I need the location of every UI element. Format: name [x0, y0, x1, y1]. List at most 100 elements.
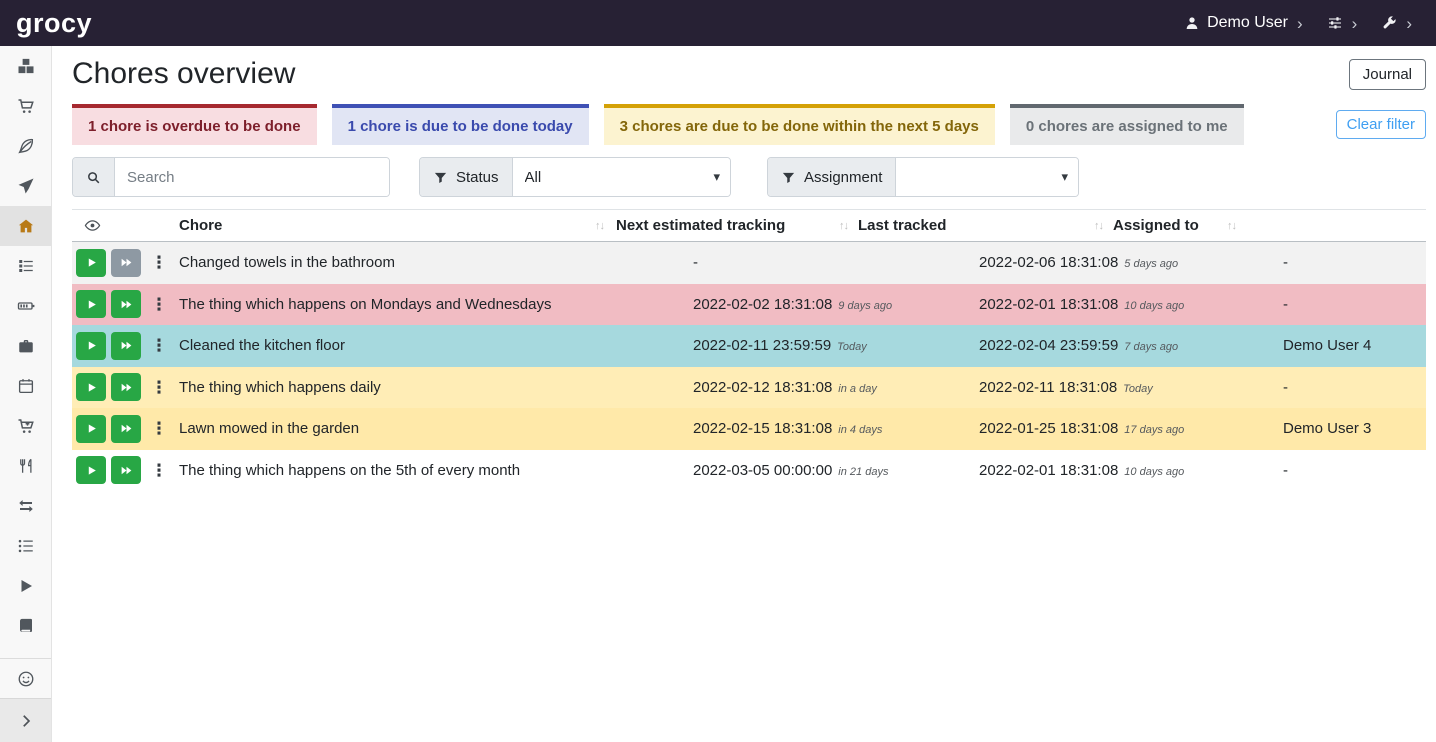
exchange-arrows-icon	[17, 497, 35, 515]
row-menu-button[interactable]: ⋮	[149, 456, 169, 484]
status-select[interactable]: All	[513, 158, 730, 196]
sidebar-item-house-active[interactable]	[0, 206, 51, 246]
last-tracked-date: 2022-02-04 23:59:59	[979, 337, 1118, 354]
table-row: ⋮ Changed towels in the bathroom - 2022-…	[72, 242, 1426, 284]
manage-menu[interactable]: ›	[1327, 15, 1358, 32]
settings-menu[interactable]: ›	[1381, 15, 1412, 32]
time-ago: 10 days ago	[1124, 466, 1184, 478]
banner-assigned-to-me[interactable]: 0 chores are assigned to me	[1010, 104, 1244, 145]
time-ago: 7 days ago	[1124, 341, 1178, 353]
row-menu-button[interactable]: ⋮	[149, 373, 169, 401]
track-chore-button[interactable]	[76, 290, 106, 318]
column-header-chore[interactable]: Chore ↑↓	[172, 210, 608, 241]
clear-filter-button[interactable]: Clear filter	[1336, 110, 1426, 139]
table-row: ⋮ Cleaned the kitchen floor 2022-02-11 2…	[72, 325, 1426, 367]
search	[72, 157, 390, 197]
sidebar-item-feather[interactable]	[0, 126, 51, 166]
utensils-icon	[17, 457, 35, 475]
user-menu[interactable]: Demo User ›	[1184, 14, 1303, 32]
skip-chore-button[interactable]	[111, 249, 141, 277]
play-icon	[85, 298, 98, 311]
column-header-assigned-to[interactable]: Assigned to ↑↓	[1107, 210, 1240, 241]
sidebar-item-list[interactable]	[0, 526, 51, 566]
column-header-label: Chore	[179, 217, 222, 234]
sidebar-item-paper-plane[interactable]	[0, 166, 51, 206]
list-icon	[17, 537, 35, 555]
sidebar-item-briefcase[interactable]	[0, 326, 51, 366]
row-menu-button[interactable]: ⋮	[149, 415, 169, 443]
time-ago: 5 days ago	[1124, 258, 1178, 270]
fast-forward-icon	[120, 256, 133, 269]
column-header-label: Assigned to	[1113, 217, 1199, 234]
skip-chore-button[interactable]	[111, 373, 141, 401]
sliders-icon	[1327, 15, 1343, 31]
chore-name: The thing which happens daily	[172, 379, 685, 396]
table-row: ⋮ The thing which happens on Mondays and…	[72, 284, 1426, 326]
app-logo[interactable]: grocy	[16, 10, 92, 37]
sidebar-item-task-list[interactable]	[0, 246, 51, 286]
sidebar-item-smiley[interactable]	[0, 658, 51, 698]
track-chore-button[interactable]	[76, 249, 106, 277]
skip-chore-button[interactable]	[111, 415, 141, 443]
fast-forward-icon	[120, 381, 133, 394]
skip-chore-button[interactable]	[111, 332, 141, 360]
sidebar-item-cart-plus[interactable]	[0, 406, 51, 446]
sidebar-item-exchange-arrows[interactable]	[0, 486, 51, 526]
sort-icon: ↑↓	[1094, 220, 1103, 232]
sidebar-item-utensils[interactable]	[0, 446, 51, 486]
sidebar-item-play[interactable]	[0, 566, 51, 606]
journal-button[interactable]: Journal	[1349, 59, 1426, 90]
search-icon-box	[73, 158, 115, 196]
skip-chore-button[interactable]	[111, 290, 141, 318]
column-header-last-tracked[interactable]: Last tracked ↑↓	[852, 210, 1107, 241]
column-header-next-tracking[interactable]: Next estimated tracking ↑↓	[608, 210, 852, 241]
track-chore-button[interactable]	[76, 415, 106, 443]
sidebar-item-battery[interactable]	[0, 286, 51, 326]
user-icon	[1184, 15, 1200, 31]
assigned-to: -	[1275, 379, 1426, 396]
last-tracked-date: 2022-02-06 18:31:08	[979, 254, 1118, 271]
play-icon	[85, 256, 98, 269]
time-ago: 17 days ago	[1124, 424, 1184, 436]
search-input[interactable]	[115, 158, 389, 196]
track-chore-button[interactable]	[76, 373, 106, 401]
sidebar-expand-toggle[interactable]	[0, 698, 51, 742]
page-title: Chores overview	[72, 56, 295, 92]
column-header-filler	[1240, 210, 1426, 241]
time-ago: Today	[837, 341, 867, 353]
banner-due-today[interactable]: 1 chore is due to be done today	[332, 104, 589, 145]
next-tracking-date: 2022-02-02 18:31:08	[693, 296, 832, 313]
sort-icon: ↑↓	[1227, 220, 1236, 232]
row-menu-button[interactable]: ⋮	[149, 290, 169, 318]
next-tracking-date: 2022-02-15 18:31:08	[693, 420, 832, 437]
status-filter: Status All ▾	[419, 157, 731, 197]
sidebar-item-shopping-cart[interactable]	[0, 86, 51, 126]
eye-icon[interactable]	[84, 217, 101, 234]
sidebar-item-calendar[interactable]	[0, 366, 51, 406]
time-ago: in 21 days	[838, 466, 888, 478]
track-chore-button[interactable]	[76, 332, 106, 360]
calendar-icon	[17, 377, 35, 395]
chevron-right-icon: ›	[1352, 15, 1358, 32]
sidebar-item-boxes[interactable]	[0, 46, 51, 86]
banner-due-soon[interactable]: 3 chores are due to be done within the n…	[604, 104, 995, 145]
row-menu-button[interactable]: ⋮	[149, 249, 169, 277]
top-navbar: grocy Demo User › › ›	[0, 0, 1436, 46]
wrench-icon	[1381, 15, 1397, 31]
fast-forward-icon	[120, 298, 133, 311]
house-icon	[17, 217, 35, 235]
table-header: Chore ↑↓ Next estimated tracking ↑↓ Last…	[72, 209, 1426, 242]
chore-name: Lawn mowed in the garden	[172, 420, 685, 437]
time-ago: in a day	[838, 383, 877, 395]
row-menu-button[interactable]: ⋮	[149, 332, 169, 360]
last-tracked-date: 2022-02-01 18:31:08	[979, 296, 1118, 313]
banner-overdue[interactable]: 1 chore is overdue to be done	[72, 104, 317, 145]
time-ago: 9 days ago	[838, 300, 892, 312]
table-row: ⋮ The thing which happens on the 5th of …	[72, 450, 1426, 492]
task-list-icon	[17, 257, 35, 275]
assignment-select[interactable]	[896, 158, 1078, 196]
track-chore-button[interactable]	[76, 456, 106, 484]
sidebar-item-book[interactable]	[0, 606, 51, 646]
skip-chore-button[interactable]	[111, 456, 141, 484]
time-ago: Today	[1123, 383, 1153, 395]
